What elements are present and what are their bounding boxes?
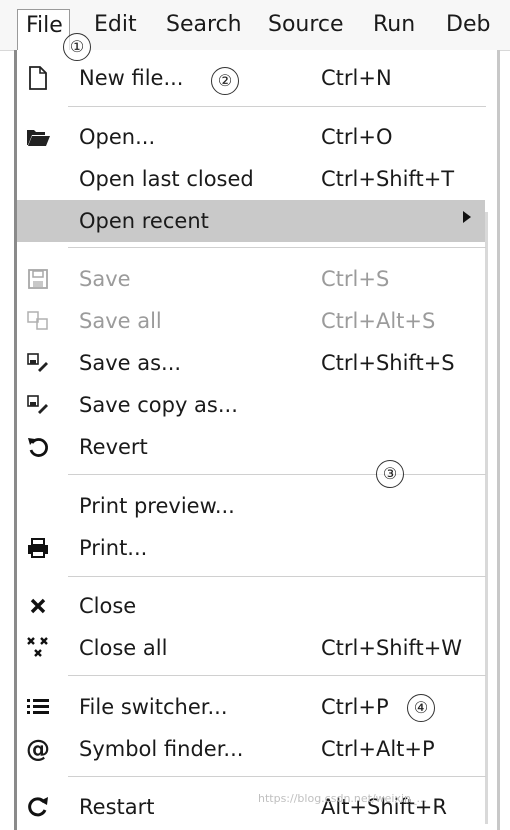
menu-item-save-copy-as[interactable]: Save copy as... (17, 384, 485, 426)
folder-open-icon (25, 124, 51, 150)
new-file-icon (25, 65, 51, 91)
menu-separator (68, 776, 486, 777)
menu-edit[interactable]: Edit (94, 12, 137, 38)
menu-item-shortcut: Ctrl+Alt+S (321, 309, 436, 333)
menu-item-shortcut: Ctrl+N (321, 66, 392, 90)
print-icon (25, 535, 51, 561)
menu-item-shortcut: Ctrl+P (321, 695, 389, 719)
menu-item-save-all[interactable]: Save all Ctrl+Alt+S (17, 300, 485, 342)
menu-item-shortcut: Ctrl+S (321, 267, 390, 291)
menu-scroll-track[interactable] (485, 212, 488, 824)
menu-item-label: Open recent (79, 209, 209, 233)
menu-item-label: Save copy as... (79, 393, 238, 417)
menu-file[interactable]: File (17, 9, 70, 51)
menu-item-close-all[interactable]: Close all Ctrl+Shift+W (17, 627, 485, 669)
menu-item-label: File switcher... (79, 695, 228, 719)
menu-item-save[interactable]: Save Ctrl+S (17, 258, 485, 300)
menu-item-label: Print... (79, 536, 148, 560)
menu-item-shortcut: Ctrl+Shift+W (321, 636, 463, 660)
menu-item-symbol-finder[interactable]: @ Symbol finder... Ctrl+Alt+P (17, 728, 485, 770)
menu-item-label: Print preview... (79, 494, 235, 518)
annotation-marker-4: ④ (407, 694, 435, 722)
annotation-marker-2: ② (211, 67, 239, 95)
close-icon (25, 593, 51, 619)
menu-item-open-last-closed[interactable]: Open last closed Ctrl+Shift+T (17, 158, 485, 200)
menu-item-label: Close all (79, 636, 168, 660)
menu-item-label: Open... (79, 125, 156, 149)
menu-item-print-preview[interactable]: Print preview... (17, 485, 485, 527)
close-all-icon (25, 635, 51, 661)
menu-item-label: Symbol finder... (79, 737, 244, 761)
submenu-arrow-icon (463, 211, 471, 223)
menu-source[interactable]: Source (268, 12, 344, 38)
menu-separator (68, 474, 486, 475)
menu-item-shortcut: Ctrl+Shift+S (321, 351, 455, 375)
save-icon (25, 266, 51, 292)
menu-separator (68, 675, 486, 676)
menu-item-label: Close (79, 594, 137, 618)
menu-separator (68, 106, 486, 107)
menu-item-print[interactable]: Print... (17, 527, 485, 569)
save-copy-icon (25, 392, 51, 418)
menu-search[interactable]: Search (166, 12, 242, 38)
menu-separator (68, 247, 486, 248)
menu-item-shortcut: Ctrl+Alt+P (321, 737, 435, 761)
menu-item-save-as[interactable]: Save as... Ctrl+Shift+S (17, 342, 485, 384)
watermark: https://blog.csdn.net/weixin_... (258, 792, 428, 805)
menu-item-open-recent[interactable]: Open recent (17, 200, 485, 242)
revert-icon (25, 434, 51, 460)
menu-item-label: Revert (79, 435, 148, 459)
menu-item-label: Save as... (79, 351, 182, 375)
save-as-icon (25, 350, 51, 376)
restart-icon (25, 794, 51, 820)
save-all-icon (25, 308, 51, 334)
menu-item-revert[interactable]: Revert (17, 426, 485, 468)
menu-debug[interactable]: Deb (446, 12, 490, 38)
at-icon: @ (26, 735, 50, 763)
menu-item-label: New file... (79, 66, 184, 90)
menu-item-shortcut: Ctrl+O (321, 125, 393, 149)
menu-item-label: Save (79, 267, 131, 291)
menu-item-label: Open last closed (79, 167, 254, 191)
menu-item-new-file[interactable]: New file... Ctrl+N (17, 57, 485, 99)
menu-item-shortcut: Ctrl+Shift+T (321, 167, 455, 191)
annotation-marker-3: ③ (376, 460, 404, 488)
menu-item-open[interactable]: Open... Ctrl+O (17, 116, 485, 158)
menu-separator (68, 576, 486, 577)
list-icon (25, 694, 51, 720)
annotation-marker-1: ① (63, 33, 91, 61)
menu-item-close[interactable]: Close (17, 585, 485, 627)
menu-item-label: Save all (79, 309, 162, 333)
menu-run[interactable]: Run (373, 12, 415, 38)
menu-item-label: Restart (79, 795, 155, 819)
